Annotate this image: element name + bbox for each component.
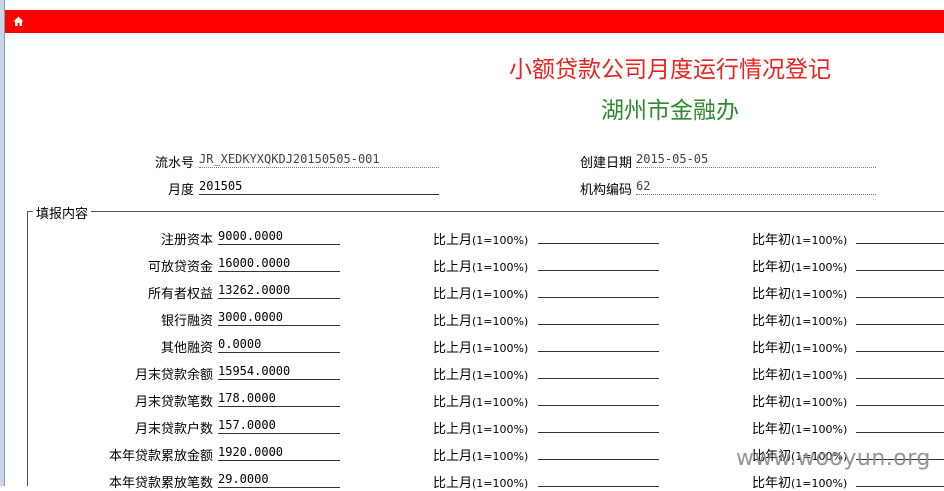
- yoy-field[interactable]: [856, 270, 944, 271]
- row-value-field[interactable]: 178.0000: [218, 390, 340, 407]
- yoy-field[interactable]: [856, 405, 944, 406]
- row-value-field[interactable]: 3000.0000: [218, 309, 340, 326]
- row-value-field[interactable]: 15954.0000: [218, 363, 340, 380]
- mom-field[interactable]: [538, 486, 659, 487]
- row-label: 本年贷款累放金额: [108, 449, 213, 464]
- section-legend: 填报内容: [33, 203, 92, 222]
- mom-label: 比上月(1=100%): [433, 476, 529, 491]
- watermark: www.wooyun.org: [736, 446, 931, 471]
- row-label: 月末贷款余额: [134, 368, 213, 383]
- row-label: 注册资本: [160, 233, 213, 248]
- yoy-label: 比年初(1=100%): [752, 368, 848, 383]
- mom-label: 比上月(1=100%): [433, 395, 529, 410]
- page-title: 小额贷款公司月度运行情况登记: [509, 57, 831, 83]
- serial-label: 流水号: [154, 156, 194, 171]
- row-value-field[interactable]: 0.0000: [218, 336, 340, 353]
- top-bar: [5, 10, 944, 33]
- mom-field[interactable]: [538, 459, 659, 460]
- yoy-label: 比年初(1=100%): [752, 341, 848, 356]
- yoy-label: 比年初(1=100%): [752, 287, 848, 302]
- serial-field[interactable]: JR_XEDKYXQKDJ20150505-001: [199, 151, 439, 168]
- created-date-field[interactable]: 2015-05-05: [636, 151, 876, 168]
- yoy-field[interactable]: [856, 243, 944, 244]
- mom-label: 比上月(1=100%): [433, 314, 529, 329]
- row-value-field[interactable]: 13262.0000: [218, 282, 340, 299]
- mom-label: 比上月(1=100%): [433, 287, 529, 302]
- row-label: 其他融资: [160, 341, 213, 356]
- yoy-field[interactable]: [856, 432, 944, 433]
- month-field[interactable]: 201505: [199, 178, 439, 195]
- mom-label: 比上月(1=100%): [433, 449, 529, 464]
- row-label: 可放贷资金: [147, 260, 213, 275]
- section-border-top: [27, 211, 944, 212]
- section-border-left: [27, 211, 28, 486]
- month-label: 月度: [167, 183, 194, 198]
- yoy-label: 比年初(1=100%): [752, 260, 848, 275]
- row-value-field[interactable]: 29.0000: [218, 471, 340, 488]
- mom-field[interactable]: [538, 324, 659, 325]
- row-label: 月末贷款笔数: [134, 395, 213, 410]
- org-code-field[interactable]: 62: [636, 178, 876, 195]
- row-value-field[interactable]: 9000.0000: [218, 228, 340, 245]
- mom-label: 比上月(1=100%): [433, 368, 529, 383]
- mom-label: 比上月(1=100%): [433, 422, 529, 437]
- created-date-label: 创建日期: [579, 156, 632, 171]
- mom-field[interactable]: [538, 270, 659, 271]
- mom-label: 比上月(1=100%): [433, 233, 529, 248]
- org-code-label: 机构编码: [579, 183, 632, 198]
- mom-label: 比上月(1=100%): [433, 341, 529, 356]
- yoy-label: 比年初(1=100%): [752, 395, 848, 410]
- row-value-field[interactable]: 16000.0000: [218, 255, 340, 272]
- yoy-label: 比年初(1=100%): [752, 476, 848, 491]
- yoy-label: 比年初(1=100%): [752, 422, 848, 437]
- home-icon[interactable]: [13, 16, 24, 27]
- row-label: 所有者权益: [147, 287, 213, 302]
- mom-field[interactable]: [538, 378, 659, 379]
- mom-field[interactable]: [538, 432, 659, 433]
- yoy-label: 比年初(1=100%): [752, 314, 848, 329]
- row-value-field[interactable]: 1920.0000: [218, 444, 340, 461]
- yoy-field[interactable]: [856, 297, 944, 298]
- mom-field[interactable]: [538, 243, 659, 244]
- row-label: 本年贷款累放笔数: [108, 476, 213, 491]
- page-subtitle: 湖州市金融办: [601, 98, 739, 124]
- yoy-field[interactable]: [856, 378, 944, 379]
- mom-field[interactable]: [538, 405, 659, 406]
- mom-field[interactable]: [538, 351, 659, 352]
- mom-label: 比上月(1=100%): [433, 260, 529, 275]
- yoy-field[interactable]: [856, 324, 944, 325]
- window-frame-border: [4, 0, 5, 486]
- row-value-field[interactable]: 157.0000: [218, 417, 340, 434]
- yoy-field[interactable]: [856, 486, 944, 487]
- row-label: 银行融资: [160, 314, 213, 329]
- mom-field[interactable]: [538, 297, 659, 298]
- yoy-label: 比年初(1=100%): [752, 233, 848, 248]
- row-label: 月末贷款户数: [134, 422, 213, 437]
- yoy-field[interactable]: [856, 351, 944, 352]
